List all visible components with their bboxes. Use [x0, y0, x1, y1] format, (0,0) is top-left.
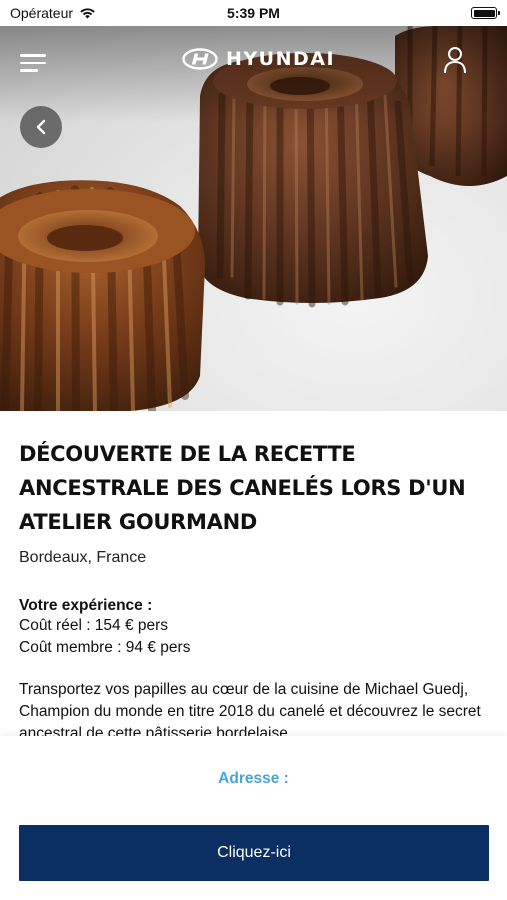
cta-button[interactable]: Cliquez-ici	[19, 825, 489, 881]
experience-details: DÉCOUVERTE DE LA RECETTE ANCESTRALE DES …	[0, 411, 507, 736]
section-heading: Votre expérience :	[19, 597, 153, 614]
status-time: 5:39 PM	[227, 5, 280, 21]
experience-location: Bordeaux, France	[19, 549, 147, 566]
bottom-panel: Adresse : Cliquez-ici	[0, 736, 507, 900]
brand-name: HYUNDAI	[226, 48, 336, 70]
hero-image: HYUNDAI	[0, 26, 507, 411]
status-bar: Opérateur 5:39 PM	[0, 0, 507, 26]
experience-description: Transportez vos papilles au cœur de la c…	[19, 681, 481, 736]
battery-icon	[471, 7, 500, 19]
top-navigation: HYUNDAI	[0, 26, 507, 96]
battery-level	[473, 9, 495, 17]
hyundai-emblem-icon	[182, 48, 218, 70]
status-right	[471, 7, 500, 19]
experience-title: DÉCOUVERTE DE LA RECETTE ANCESTRALE DES …	[19, 442, 466, 534]
brand-logo[interactable]: HYUNDAI	[182, 48, 335, 70]
real-cost: Coût réel : 154 € pers	[19, 617, 169, 634]
chevron-left-icon	[36, 119, 46, 135]
user-icon[interactable]	[443, 46, 467, 74]
member-cost: Coût membre : 94 € pers	[19, 639, 191, 656]
address-link[interactable]: Adresse :	[0, 770, 507, 788]
hamburger-menu-icon[interactable]	[20, 54, 46, 76]
back-button[interactable]	[20, 106, 62, 148]
